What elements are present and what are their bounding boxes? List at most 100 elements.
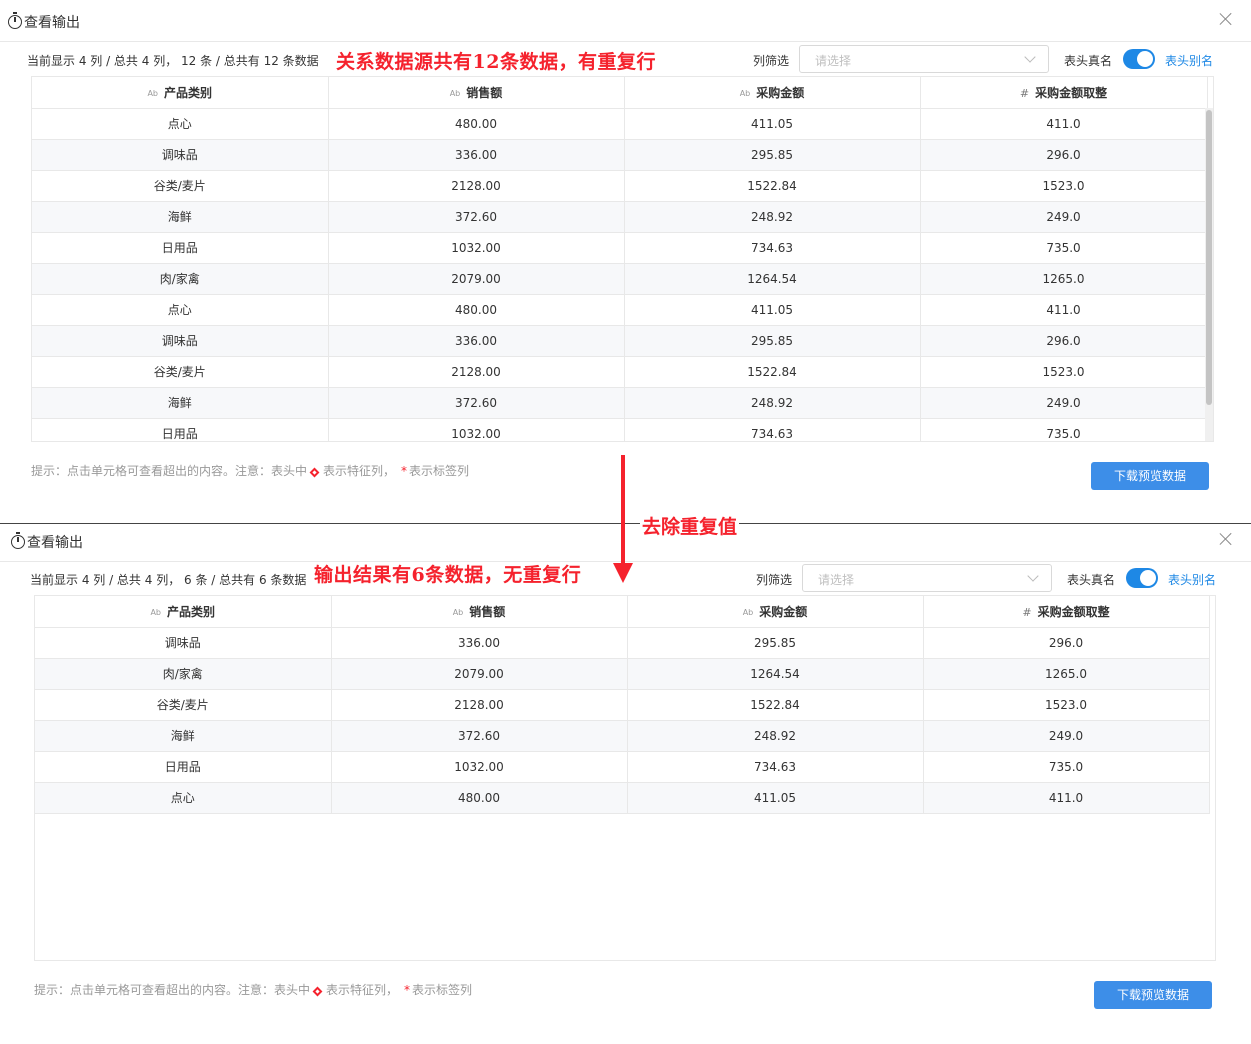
table-cell[interactable]: 296.0 [920,139,1208,171]
table-cell[interactable]: 296.0 [923,627,1210,659]
table-cell[interactable]: 点心 [32,294,329,326]
table-cell[interactable]: 2128.00 [328,170,625,202]
table-cell[interactable]: 2079.00 [331,658,628,690]
table-cell[interactable]: 海鲜 [35,720,332,752]
table-cell[interactable]: 海鲜 [32,201,329,233]
table-cell[interactable]: 1032.00 [331,751,628,783]
table-cell[interactable]: 1523.0 [920,170,1208,202]
table-cell[interactable]: 1032.00 [328,418,625,441]
table-cell[interactable]: 248.92 [624,387,921,419]
table-cell[interactable]: 295.85 [624,139,921,171]
table-cell[interactable]: 249.0 [920,201,1208,233]
table-cell[interactable]: 296.0 [920,325,1208,357]
column-header[interactable]: Ab 采购金额 [627,596,924,628]
header-alias-link[interactable]: 表头别名 [1165,52,1213,69]
table-cell[interactable]: 海鲜 [32,387,329,419]
dialog-title-text: 查看输出 [27,535,83,551]
table-cell[interactable]: 1523.0 [920,356,1208,388]
table-cell[interactable]: 肉/家禽 [35,658,332,690]
annotation-text: 输出结果有6条数据，无重复行 [314,564,582,586]
scrollbar-thumb[interactable] [1206,110,1212,405]
header-realname-label: 表头真名 [1064,54,1113,68]
table-cell[interactable]: 1523.0 [923,689,1210,721]
table-cell[interactable]: 调味品 [32,325,329,357]
table-cell[interactable]: 248.92 [624,201,921,233]
table-cell[interactable]: 1265.0 [923,658,1210,690]
download-preview-button[interactable]: 下载预览数据 [1094,981,1212,1009]
table-cell[interactable]: 点心 [35,782,332,814]
table-cell[interactable]: 734.63 [624,232,921,264]
table-cell[interactable]: 调味品 [35,627,332,659]
column-header[interactable]: Ab 销售额 [328,77,625,109]
label-star: * [401,464,408,478]
table-cell[interactable]: 日用品 [32,418,329,441]
table-cell[interactable]: 1264.54 [627,658,924,690]
table-cell[interactable]: 411.0 [920,294,1208,326]
table-cell[interactable]: 调味品 [32,139,329,171]
table-cell[interactable]: 372.60 [331,720,628,752]
header-name-toggle[interactable] [1126,568,1158,588]
table-cell[interactable]: 734.63 [624,418,921,441]
vertical-scrollbar[interactable] [1205,108,1213,441]
column-header[interactable]: # 采购金额取整 [923,596,1210,628]
table-cell[interactable]: 295.85 [624,325,921,357]
column-header[interactable]: # 采购金额取整 [920,77,1208,109]
table-cell[interactable]: 248.92 [627,720,924,752]
table-cell[interactable]: 735.0 [920,418,1208,441]
table-cell[interactable]: 336.00 [331,627,628,659]
table-cell[interactable]: 372.60 [328,387,625,419]
header-alias-link[interactable]: 表头别名 [1168,571,1216,588]
table-cell[interactable]: 日用品 [32,232,329,264]
table-cell[interactable]: 411.05 [624,108,921,140]
table-row: 日用品 1032.00 734.63 735.0 [32,418,1208,441]
table-cell[interactable]: 1522.84 [624,356,921,388]
column-header[interactable]: Ab 产品类别 [35,596,332,628]
table-cell[interactable]: 336.00 [328,325,625,357]
column-header[interactable]: Ab 产品类别 [32,77,329,109]
table-cell[interactable]: 1032.00 [328,232,625,264]
table-cell[interactable]: 1522.84 [627,689,924,721]
table-cell[interactable]: 249.0 [923,720,1210,752]
header-name-toggle[interactable] [1123,49,1155,69]
close-icon[interactable] [1219,12,1233,26]
table-cell[interactable]: 谷类/麦片 [35,689,332,721]
table-cell[interactable]: 2079.00 [328,263,625,295]
table-cell[interactable]: 2128.00 [328,356,625,388]
table-cell[interactable]: 谷类/麦片 [32,356,329,388]
column-filter-select[interactable]: 请选择 [799,45,1049,73]
title-divider [0,561,1251,562]
table-cell[interactable]: 735.0 [920,232,1208,264]
table-cell[interactable]: 734.63 [627,751,924,783]
table-cell[interactable]: 295.85 [627,627,924,659]
table-cell[interactable]: 480.00 [328,108,625,140]
table-cell[interactable]: 411.05 [627,782,924,814]
table-cell[interactable]: 336.00 [328,139,625,171]
table-cell[interactable]: 点心 [32,108,329,140]
table-cell[interactable]: 411.0 [923,782,1210,814]
table-cell[interactable]: 411.05 [624,294,921,326]
table-cell[interactable]: 1265.0 [920,263,1208,295]
column-header-label: 采购金额取整 [1035,85,1108,100]
table-cell[interactable]: 480.00 [331,782,628,814]
download-preview-button[interactable]: 下载预览数据 [1091,462,1209,490]
table-cell[interactable]: 249.0 [920,387,1208,419]
column-header[interactable]: Ab 销售额 [331,596,628,628]
table-row: 点心 480.00 411.05 411.0 [32,294,1208,326]
table-cell[interactable]: 肉/家禽 [32,263,329,295]
table-cell[interactable]: 480.00 [328,294,625,326]
hint-prefix: 提示：点击单元格可查看超出的内容。注意：表头中 [31,464,308,478]
table-cell[interactable]: 1264.54 [624,263,921,295]
data-table: Ab 产品类别 Ab 销售额 Ab 采购金额 # 采购金额取整 调味品 336.00 295.85… [34,595,1216,961]
column-filter-label: 列筛选 [756,573,793,587]
table-cell[interactable]: 2128.00 [331,689,628,721]
table-row: 日用品 1032.00 734.63 735.0 [32,232,1208,264]
table-cell[interactable]: 1522.84 [624,170,921,202]
table-cell[interactable]: 日用品 [35,751,332,783]
table-cell[interactable]: 372.60 [328,201,625,233]
table-cell[interactable]: 谷类/麦片 [32,170,329,202]
column-filter-select[interactable]: 请选择 [802,564,1052,592]
table-cell[interactable]: 411.0 [920,108,1208,140]
table-cell[interactable]: 735.0 [923,751,1210,783]
column-header[interactable]: Ab 采购金额 [624,77,921,109]
close-icon[interactable] [1219,532,1233,546]
